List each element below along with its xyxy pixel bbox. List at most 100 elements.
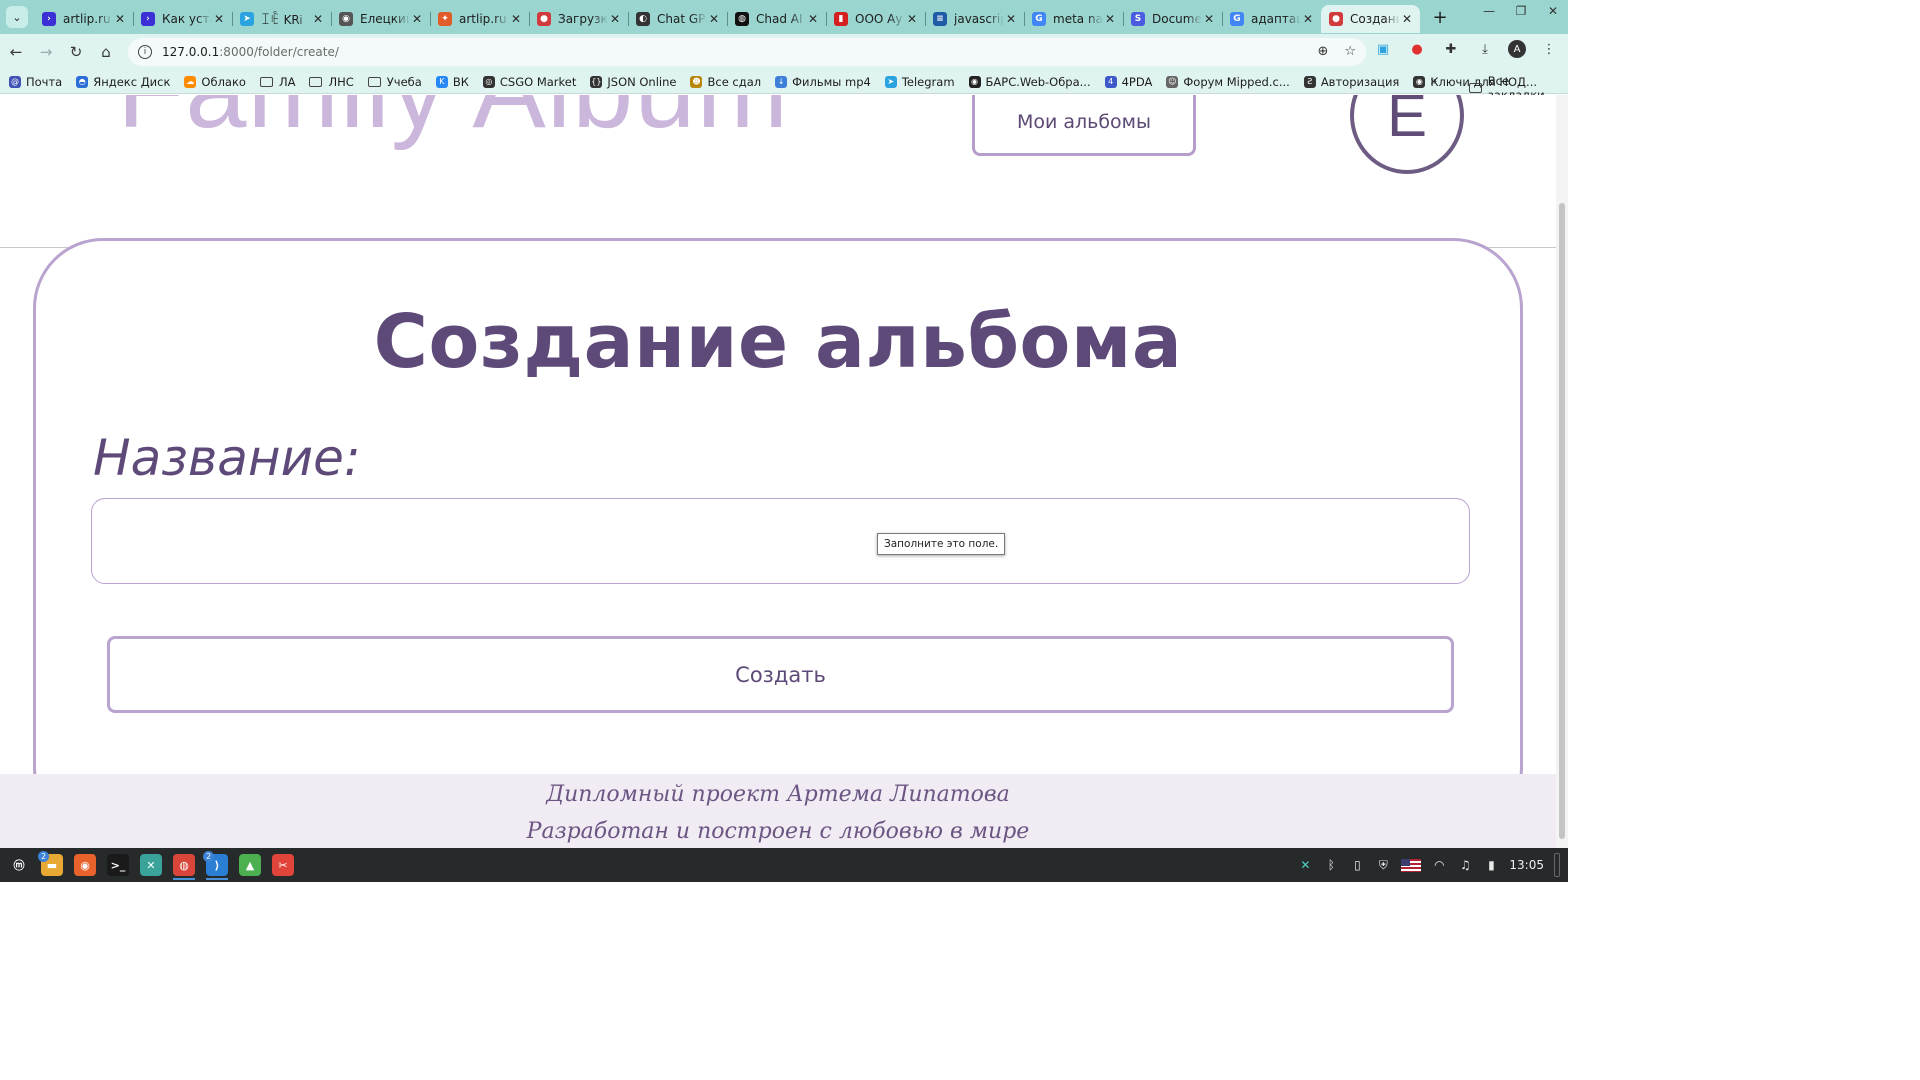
tab-title: Chad AI xyxy=(756,12,803,26)
browser-tab[interactable]: ● Загрузк ✕ xyxy=(529,5,628,33)
browser-tab[interactable]: Gадаптац ✕ xyxy=(1222,5,1321,33)
extensions-puzzle-icon[interactable]: ✚ xyxy=(1440,38,1462,60)
bookmark-label: Авторизация xyxy=(1320,74,1400,89)
bookmark-item[interactable]: ➤ Telegram xyxy=(884,75,955,89)
minimize-icon[interactable]: — xyxy=(1482,4,1496,18)
zoom-icon[interactable]: ⊕ xyxy=(1317,44,1328,59)
tab-search-button[interactable]: ⌄ xyxy=(6,6,28,28)
scrollbar-thumb[interactable] xyxy=(1559,203,1565,839)
tab-close-icon[interactable]: ✕ xyxy=(1202,12,1216,26)
album-name-input[interactable] xyxy=(91,498,1470,584)
page-scrollbar[interactable] xyxy=(1556,95,1568,848)
browser-tab[interactable]: ≡ javascrip ✕ xyxy=(925,5,1024,33)
bookmark-item[interactable]: ☻ Все сдал xyxy=(690,75,761,89)
save-page-icon[interactable]: ▣ xyxy=(1372,38,1394,60)
taskbar-app[interactable]: ◉ xyxy=(70,850,100,880)
taskbar-app[interactable]: ◍ xyxy=(169,850,199,880)
shield-icon[interactable]: ⛨ xyxy=(1375,857,1391,873)
clipboard-icon[interactable]: ▯ xyxy=(1349,857,1365,873)
bookmarks-overflow-icon[interactable]: » xyxy=(1430,74,1437,88)
tab-close-icon[interactable]: ✕ xyxy=(1400,12,1414,26)
bookmark-item[interactable]: ☁ Облако xyxy=(184,75,246,89)
browser-tab[interactable]: ◍ Chad AI ✕ xyxy=(727,5,826,33)
create-button[interactable]: Создать xyxy=(107,636,1454,713)
bookmark-label: ЛНС xyxy=(328,74,354,89)
taskbar-app[interactable]: ✕ xyxy=(136,850,166,880)
close-window-icon[interactable]: ✕ xyxy=(1546,4,1560,18)
chatgpt-favicon: ◐ xyxy=(636,12,650,26)
downloads-icon[interactable]: ⤓ xyxy=(1474,38,1496,60)
browser-tab[interactable]: Gmeta na ✕ xyxy=(1024,5,1123,33)
tab-close-icon[interactable]: ✕ xyxy=(113,12,127,26)
tab-close-icon[interactable]: ✕ xyxy=(806,12,820,26)
browser-tab[interactable]: ➤ ꀤꍟ KRᎥ ✕ xyxy=(232,5,331,33)
new-tab-button[interactable]: + xyxy=(1426,3,1454,31)
bookmark-item[interactable]: ◎ CSGO Market xyxy=(482,75,576,89)
screenshot-icon: ✂ xyxy=(272,854,294,876)
browser-tab[interactable]: ● Создани ✕ xyxy=(1321,5,1420,33)
bookmark-item[interactable]: ◓ Яндекс Диск xyxy=(76,75,170,89)
reload-button[interactable]: ↻ xyxy=(62,38,90,66)
validation-tooltip: Заполните это поле. xyxy=(877,533,1006,555)
taskbar-app[interactable]: >_ xyxy=(103,850,133,880)
taskbar-app[interactable]: ⟩ 2 xyxy=(202,850,232,880)
show-desktop-button[interactable] xyxy=(1554,853,1560,877)
tab-close-icon[interactable]: ✕ xyxy=(1004,12,1018,26)
bookmark-item[interactable]: Ƨ Авторизация xyxy=(1303,74,1400,89)
browser-menu-icon[interactable]: ⋮ xyxy=(1538,38,1560,60)
taskbar-app[interactable]: ⓜ xyxy=(4,850,34,880)
tab-title: javascrip xyxy=(954,12,1004,26)
clock[interactable]: 13:05 xyxy=(1509,858,1544,872)
tab-close-icon[interactable]: ✕ xyxy=(1103,12,1117,26)
bookmark-item[interactable]: {} JSON Online xyxy=(590,75,676,89)
volume-icon[interactable]: ♫ xyxy=(1457,857,1473,873)
browser-tab[interactable]: ◉ Елецкий ✕ xyxy=(331,5,430,33)
site-logo[interactable]: Family Album xyxy=(117,95,789,145)
wifi-icon[interactable]: ◠ xyxy=(1431,857,1447,873)
taskbar-app[interactable]: ▬ 2 xyxy=(37,850,67,880)
bookmark-item[interactable]: 4 4PDA xyxy=(1104,75,1152,89)
my-albums-button[interactable]: Мои альбомы xyxy=(972,95,1196,156)
tab-close-icon[interactable]: ✕ xyxy=(509,12,523,26)
bookmark-item[interactable]: ◉ БАРС.Web-Обра... xyxy=(968,75,1091,89)
tab-close-icon[interactable]: ✕ xyxy=(311,12,325,26)
bookmark-star-icon[interactable]: ☆ xyxy=(1344,44,1356,59)
address-bar[interactable]: i 127.0.0.1:8000/folder/create/ ⊕ ☆ xyxy=(128,38,1366,66)
bookmark-item[interactable]: ☺ Форум Mipped.c... xyxy=(1166,75,1290,89)
artlip-favicon: › xyxy=(141,12,155,26)
extension-red-icon[interactable]: ● xyxy=(1406,38,1428,60)
bluetooth-icon[interactable]: ᛒ xyxy=(1323,857,1339,873)
xkb-tray-icon[interactable]: ✕ xyxy=(1297,857,1313,873)
tab-close-icon[interactable]: ✕ xyxy=(1301,12,1315,26)
battery-icon[interactable]: ▮ xyxy=(1483,857,1499,873)
browser-tab[interactable]: S Docume ✕ xyxy=(1123,5,1222,33)
site-info-icon[interactable]: i xyxy=(138,45,152,59)
home-button[interactable]: ⌂ xyxy=(92,38,120,66)
bookmark-item[interactable]: Учеба xyxy=(367,75,422,89)
tab-close-icon[interactable]: ✕ xyxy=(410,12,424,26)
browser-tab[interactable]: › artlip.ru ✕ xyxy=(34,5,133,33)
bookmark-item[interactable]: ↓ Фильмы mp4 xyxy=(775,75,871,89)
browser-tab[interactable]: › Как уста ✕ xyxy=(133,5,232,33)
bookmark-item[interactable]: K ВК xyxy=(435,75,469,89)
user-avatar[interactable]: Е xyxy=(1350,95,1464,174)
tab-close-icon[interactable]: ✕ xyxy=(707,12,721,26)
browser-tab[interactable]: ▮ ООО Ау ✕ xyxy=(826,5,925,33)
keyboard-layout-flag-icon[interactable] xyxy=(1401,858,1422,872)
back-button[interactable]: ← xyxy=(2,38,30,66)
browser-tab[interactable]: ✦ artlip.ru ✕ xyxy=(430,5,529,33)
browser-tab[interactable]: ◐ Chat GP ✕ xyxy=(628,5,727,33)
bookmark-item[interactable]: @ Почта xyxy=(9,75,62,89)
artlip-favicon: ✦ xyxy=(438,12,452,26)
taskbar-app[interactable]: ▲ xyxy=(235,850,265,880)
bookmark-label: Облако xyxy=(201,74,246,89)
restore-icon[interactable]: ❐ xyxy=(1514,4,1528,18)
tab-close-icon[interactable]: ✕ xyxy=(212,12,226,26)
bookmark-item[interactable]: ЛА xyxy=(259,75,295,89)
forward-button[interactable]: → xyxy=(32,38,60,66)
bookmark-item[interactable]: ЛНС xyxy=(309,74,354,89)
tab-close-icon[interactable]: ✕ xyxy=(905,12,919,26)
tab-close-icon[interactable]: ✕ xyxy=(608,12,622,26)
taskbar-app[interactable]: ✂ xyxy=(268,850,298,880)
profile-avatar[interactable]: A xyxy=(1508,40,1526,58)
